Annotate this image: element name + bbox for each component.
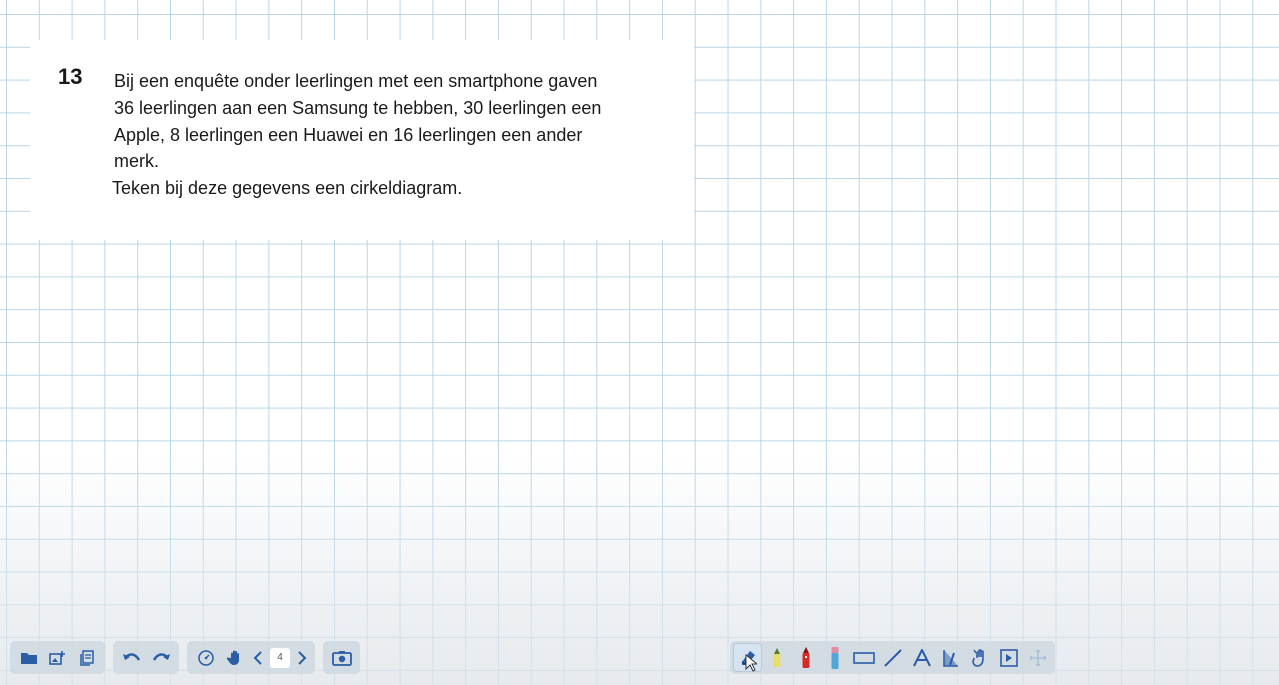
hand-pan-icon[interactable] [220, 643, 249, 672]
screenshot-camera-icon[interactable] [327, 643, 356, 672]
left-toolbar: 4 [10, 641, 368, 674]
question-instruction: Teken bij deze gegevens een cirkeldiagra… [112, 178, 463, 199]
page-overview-icon[interactable] [72, 643, 101, 672]
page-number-box[interactable]: 4 [267, 643, 293, 672]
redo-icon[interactable] [146, 643, 175, 672]
marker-icon[interactable] [791, 643, 820, 672]
protractor-icon[interactable] [936, 643, 965, 672]
question-line: Bij een enquête onder leerlingen met een… [114, 71, 598, 91]
question-line: 36 leerlingen aan een Samsung te hebben,… [114, 97, 602, 118]
question-line: Apple, 8 leerlingen een Huawei en 16 lee… [114, 124, 583, 145]
prev-page-icon[interactable] [249, 643, 267, 672]
pointer-hand-icon[interactable] [965, 643, 994, 672]
question-card: 13 Bij een enquête onder leerlingen met … [30, 40, 694, 240]
highlighter-icon[interactable] [762, 643, 791, 672]
eraser-icon[interactable] [820, 643, 849, 672]
navigation-group: 4 [187, 641, 315, 674]
folder-icon[interactable] [14, 643, 43, 672]
text-icon[interactable] [907, 643, 936, 672]
pen-tool-icon[interactable] [733, 643, 762, 672]
rectangle-icon[interactable] [849, 643, 878, 672]
next-page-icon[interactable] [293, 643, 311, 672]
history-group [113, 641, 179, 674]
capture-group [323, 641, 360, 674]
drawing-tools-group [730, 641, 1055, 674]
undo-icon[interactable] [117, 643, 146, 672]
timer-icon[interactable] [191, 643, 220, 672]
drawing-toolbar [730, 641, 1063, 674]
presentation-icon[interactable] [994, 643, 1023, 672]
line-icon[interactable] [878, 643, 907, 672]
page-number: 4 [270, 647, 290, 668]
question-number: 13 [58, 64, 83, 89]
question-line: merk. [114, 151, 159, 172]
question-text: Bij een enquête onder leerlingen met een… [112, 68, 654, 202]
insert-image-icon[interactable] [43, 643, 72, 672]
file-tools-group [10, 641, 105, 674]
move-icon[interactable] [1023, 643, 1052, 672]
